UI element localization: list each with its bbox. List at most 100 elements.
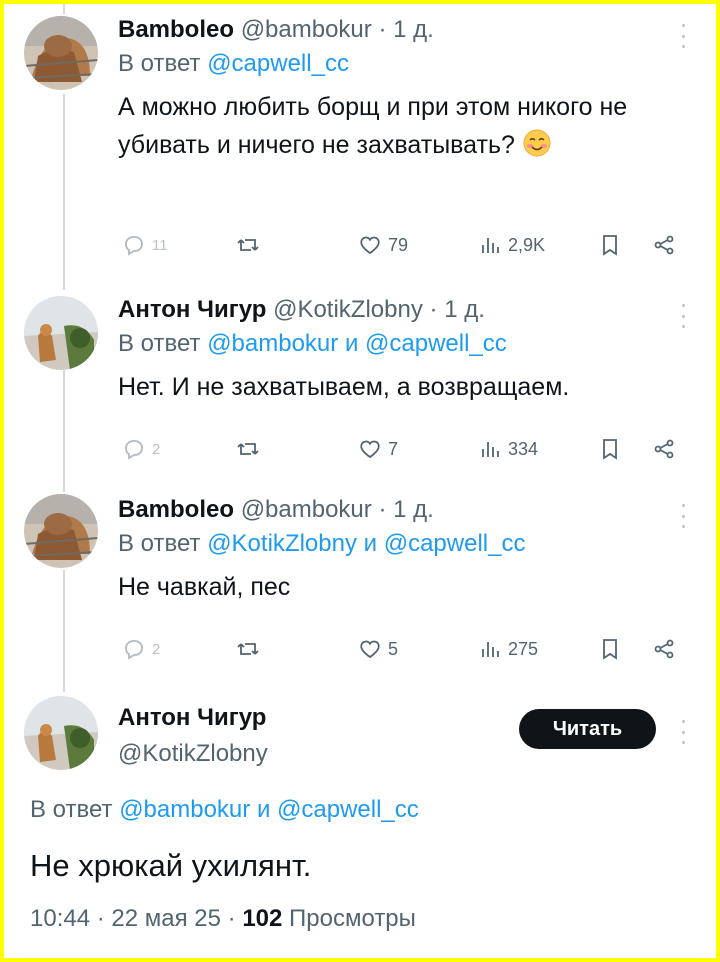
reply-prefix: В ответ <box>30 796 113 823</box>
views-button[interactable]: 2,9K <box>478 230 545 260</box>
reply-button[interactable]: 2 <box>122 634 160 664</box>
separator: · <box>227 905 236 932</box>
timestamp[interactable]: 1 д. <box>393 16 434 43</box>
more-icon[interactable] <box>680 720 686 744</box>
thread-line <box>63 4 65 14</box>
views-button[interactable]: 334 <box>478 434 538 464</box>
reply-icon <box>125 440 143 460</box>
share-button[interactable] <box>652 230 676 260</box>
reply-handle-link[interactable]: @capwell_cc <box>384 530 526 557</box>
tweet-actions: 11 79 2,9K <box>118 230 686 260</box>
views-icon <box>482 238 499 253</box>
reply-icon <box>125 236 143 256</box>
author-handle[interactable]: @bambokur <box>241 496 372 523</box>
views-icon <box>482 642 499 657</box>
reply-prefix: В ответ <box>118 50 201 77</box>
retweet-icon <box>237 443 259 455</box>
share-button[interactable] <box>652 434 676 464</box>
smiling-face-emoji <box>523 129 551 157</box>
retweet-button[interactable] <box>236 230 260 260</box>
separator: · <box>378 16 387 43</box>
views-icon <box>482 442 499 457</box>
tweet-actions: 2 7 334 <box>118 434 686 464</box>
like-count: 79 <box>388 234 409 255</box>
share-button[interactable] <box>652 634 676 664</box>
like-button[interactable]: 79 <box>358 230 408 260</box>
thread-frame: Bamboleo @bambokur · 1 д. В ответ @capwe… <box>4 4 716 958</box>
bookmark-button[interactable] <box>598 634 622 664</box>
separator: · <box>96 905 105 932</box>
author-handle[interactable]: @bambokur <box>241 16 372 43</box>
avatar[interactable] <box>24 696 98 770</box>
main-tweet-text: Не хрюкай ухилянт. <box>30 848 312 883</box>
like-icon <box>360 640 380 659</box>
separator: · <box>429 296 438 323</box>
reply-handle-link[interactable]: @capwell_cc <box>277 796 419 823</box>
author-name[interactable]: Bamboleo <box>118 496 234 523</box>
like-count: 7 <box>388 438 399 459</box>
views-count: 275 <box>508 638 539 659</box>
views-label[interactable]: Просмотры <box>289 905 416 932</box>
share-icon <box>654 639 674 659</box>
reply-and: и <box>363 530 378 557</box>
timestamp[interactable]: 1 д. <box>393 496 434 523</box>
main-tweet-meta: 10:44 · 22 мая 25 · 102 Просмотры <box>30 902 690 936</box>
reply-handle-link[interactable]: @bambokur <box>119 796 250 823</box>
share-icon <box>654 235 674 255</box>
bookmark-icon <box>603 439 617 460</box>
author-name[interactable]: Bamboleo <box>118 16 234 43</box>
views-button[interactable]: 275 <box>478 634 538 664</box>
main-tweet-body: В ответ @bambokur и @capwell_cc Не хрюка… <box>30 792 690 936</box>
reply-button[interactable]: 11 <box>122 230 168 260</box>
post-time[interactable]: 10:44 <box>30 905 90 932</box>
tweet-text: Не чавкай, пес <box>118 573 291 601</box>
like-icon <box>360 440 380 459</box>
bookmark-button[interactable] <box>598 230 622 260</box>
like-button[interactable]: 7 <box>358 434 398 464</box>
bookmark-icon <box>603 235 617 256</box>
reply-icon <box>125 640 143 660</box>
views-count: 2,9K <box>508 234 546 255</box>
share-icon <box>654 439 674 459</box>
author-name[interactable]: Антон Чигур <box>118 296 266 323</box>
reply-count: 11 <box>152 236 168 254</box>
reply-and: и <box>256 796 271 823</box>
avatar[interactable] <box>24 494 98 568</box>
like-count: 5 <box>388 638 399 659</box>
retweet-button[interactable] <box>236 434 260 464</box>
avatar[interactable] <box>24 16 98 90</box>
reply-and: и <box>344 330 359 357</box>
reply-prefix: В ответ <box>118 530 201 557</box>
more-icon[interactable] <box>680 504 686 528</box>
tweet-actions: 2 5 275 <box>118 634 686 664</box>
reply-handle-link[interactable]: @bambokur <box>207 330 338 357</box>
timestamp[interactable]: 1 д. <box>444 296 485 323</box>
retweet-button[interactable] <box>236 634 260 664</box>
views-total: 102 <box>242 905 283 932</box>
separator: · <box>378 496 387 523</box>
reply-prefix: В ответ <box>118 330 201 357</box>
author-handle[interactable]: @KotikZlobny <box>118 740 268 767</box>
reply-handle-link[interactable]: @capwell_cc <box>207 50 349 77</box>
author-name[interactable]: Антон Чигур <box>118 704 266 731</box>
like-icon <box>360 236 380 255</box>
post-date[interactable]: 22 мая 25 <box>111 905 221 932</box>
views-count: 334 <box>508 438 539 459</box>
retweet-icon <box>237 643 259 655</box>
bookmark-icon <box>603 639 617 660</box>
retweet-icon <box>237 239 259 251</box>
reply-count: 2 <box>152 440 161 458</box>
reply-count: 2 <box>152 640 161 658</box>
more-icon[interactable] <box>680 24 686 48</box>
reply-handle-link[interactable]: @KotikZlobny <box>207 530 357 557</box>
reply-button[interactable]: 2 <box>122 434 160 464</box>
tweet-text: Нет. И не захватываем, а возвращаем. <box>118 373 570 401</box>
avatar[interactable] <box>24 296 98 370</box>
like-button[interactable]: 5 <box>358 634 398 664</box>
author-handle[interactable]: @KotikZlobny <box>273 296 423 323</box>
more-icon[interactable] <box>680 304 686 328</box>
tweet-text: А можно любить борщ и при этом никого не… <box>118 88 686 164</box>
follow-button[interactable]: Читать <box>519 709 656 749</box>
bookmark-button[interactable] <box>598 434 622 464</box>
reply-handle-link[interactable]: @capwell_cc <box>365 330 507 357</box>
